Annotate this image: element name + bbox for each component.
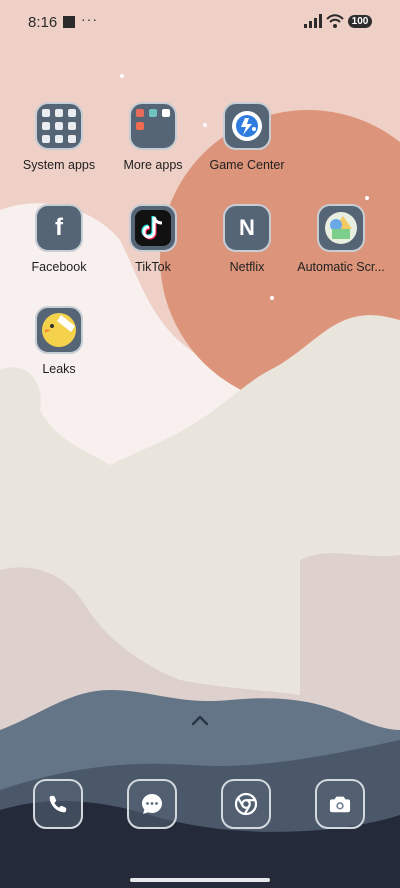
more-notifications-icon: ··· [81,11,98,27]
folder-apps-icon [129,102,177,150]
dock-messages[interactable] [127,779,177,829]
folder-grid-icon [35,102,83,150]
messages-icon [127,779,177,829]
chevron-up-icon[interactable] [188,712,212,728]
app-game-center[interactable]: Game Center [199,102,295,172]
app-label: Leaks [42,362,76,376]
app-facebook[interactable]: f Facebook [11,204,107,274]
chrome-icon [221,779,271,829]
netflix-icon: N [223,204,271,252]
app-system-apps[interactable]: System apps [11,102,107,172]
app-leaks[interactable]: Leaks [11,306,107,376]
battery-icon: 100 [348,15,372,28]
dock-phone[interactable] [33,779,83,829]
app-tiktok[interactable]: TikTok [105,204,201,274]
app-netflix[interactable]: N Netflix [199,204,295,274]
camera-icon [315,779,365,829]
shapes-icon [317,204,365,252]
app-label: Facebook [31,260,87,274]
app-label: System apps [22,158,96,172]
app-more-apps[interactable]: More apps [105,102,201,172]
dock-chrome[interactable] [221,779,271,829]
notification-icon [63,16,75,28]
status-bar: 8:16 ··· 100 [0,0,400,46]
tiktok-icon [129,204,177,252]
dock-camera[interactable] [315,779,365,829]
duck-icon [35,306,83,354]
app-label: TikTok [135,260,171,274]
facebook-icon: f [35,204,83,252]
signal-icon [304,14,322,28]
app-label: Netflix [229,260,265,274]
app-automatic-screen[interactable]: Automatic Scr... [293,204,389,274]
app-label: More apps [123,158,183,172]
status-time: 8:16 [28,14,58,31]
phone-icon [33,779,83,829]
home-indicator[interactable] [130,878,270,882]
game-center-icon [223,102,271,150]
app-label: Automatic Scr... [297,260,385,274]
app-label: Game Center [209,158,285,172]
wifi-icon [326,14,344,28]
